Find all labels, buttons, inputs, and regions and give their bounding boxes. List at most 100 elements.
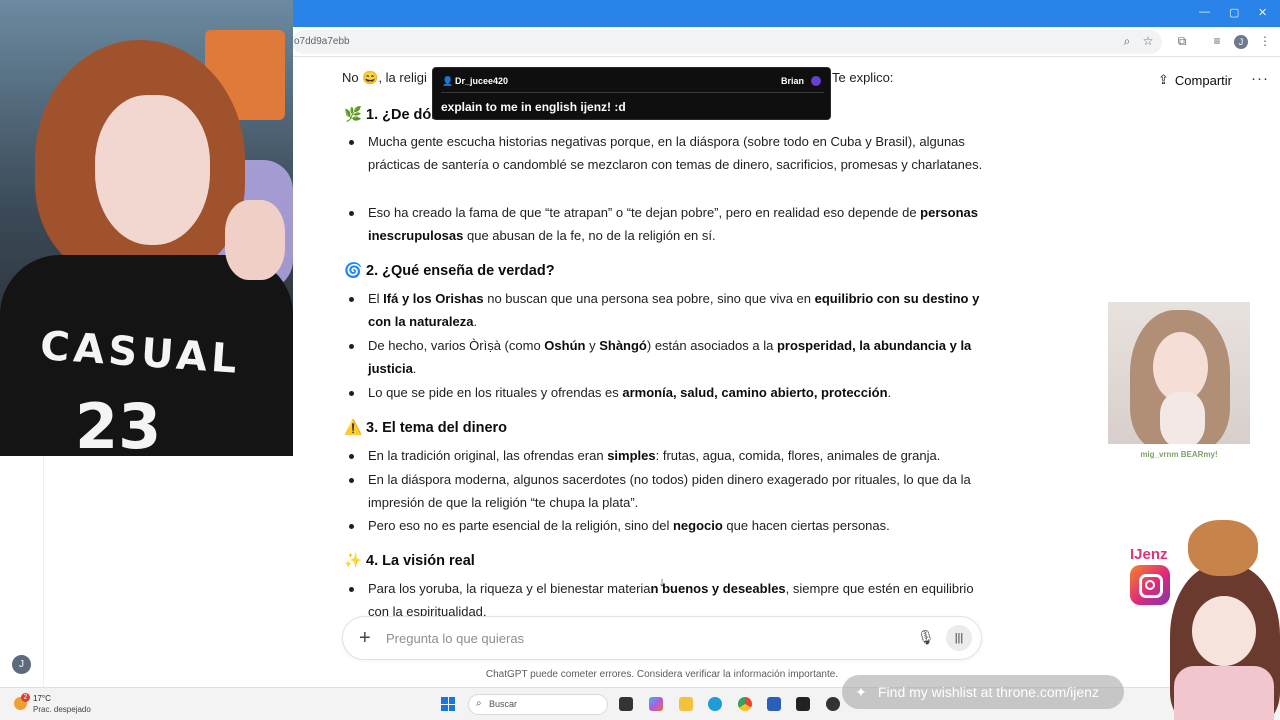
webcam-main: CASUAL 23 — [0, 0, 293, 456]
section-heading: 🌀 2. ¿Qué enseña de verdad? — [344, 262, 555, 279]
text-run: Para los yoruba, la riqueza y el bienest… — [368, 581, 651, 596]
wishlist-text: Find my wishlist at throne.com/ijenz — [878, 684, 1099, 700]
section-heading: ✨ 4. La visión real — [344, 552, 475, 569]
section-emoji-icon: ✨ — [344, 553, 363, 569]
bold-text: Ifá y los Orishas — [383, 291, 484, 306]
section-heading: ⚠️ 3. El tema del dinero — [344, 419, 507, 436]
more-options-button[interactable]: ··· — [1251, 70, 1269, 87]
bullet-item: Lo que se pide en los rituales y ofrenda… — [349, 381, 989, 404]
intro-mid: , la religi — [378, 70, 427, 85]
screen: — ▢ ✕ o7dd9a7ebb ⌕ ☆ ⧉ ≡ ⋮ J J ⇪ Compart… — [0, 0, 1280, 720]
shirt-number: 23 — [75, 390, 162, 456]
share-button[interactable]: ⇪ Compartir — [1158, 72, 1232, 88]
taskbar-search[interactable]: ⌕ Buscar — [468, 694, 608, 715]
bullet-item: En la diáspora moderna, algunos sacerdot… — [349, 468, 989, 515]
vtuber-mascot — [1168, 516, 1280, 720]
bold-text: armonía, salud, camino abierto, protecci… — [622, 385, 888, 400]
temperature: 17°C — [33, 694, 51, 703]
section-title: 3. El tema del dinero — [366, 420, 508, 436]
bold-text: negocio — [672, 518, 723, 533]
microphone-icon[interactable]: 🎙 — [917, 629, 935, 646]
minimize-icon[interactable]: — — [1199, 6, 1210, 18]
text-run: Lo que se pide en los rituales y ofrenda… — [368, 385, 623, 400]
close-icon[interactable]: ✕ — [1258, 6, 1267, 19]
text-run: Eso ha creado la fama de que “te atrapan… — [368, 205, 921, 220]
instagram-icon — [1130, 565, 1170, 605]
file-explorer-icon[interactable] — [679, 697, 693, 711]
text-run: Mucha gente escucha historias negativas … — [368, 134, 983, 173]
chrome-icon[interactable] — [738, 697, 752, 711]
search-icon: ⌕ — [476, 698, 482, 709]
maximize-icon[interactable]: ▢ — [1229, 6, 1239, 19]
bullet-item: De hecho, varios Òrìṣà (como Oshún y Shà… — [349, 334, 989, 381]
task-view-icon[interactable] — [619, 697, 633, 711]
address-bar[interactable]: o7dd9a7ebb — [292, 30, 1162, 54]
bookmark-star-icon[interactable]: ☆ — [1141, 34, 1155, 48]
windows-start-icon[interactable] — [441, 697, 455, 711]
intro-end: Te explico: — [832, 70, 894, 85]
text-run: En la diáspora moderna, algunos sacerdot… — [368, 472, 971, 511]
bold-text: simples — [607, 448, 656, 463]
prompt-composer: + Pregunta lo que quieras 🎙 ||| — [342, 616, 982, 660]
webcam-side — [1108, 302, 1250, 444]
chat-channel: Brian — [780, 76, 804, 86]
intro-start: No — [342, 70, 359, 85]
user-icon: 👤 — [442, 76, 454, 86]
section-emoji-icon: ⚠️ — [344, 420, 363, 436]
weather-description: Prac. despejado — [33, 705, 91, 714]
add-attachment-icon[interactable]: + — [359, 627, 371, 649]
bullet-item: Pero eso no es parte esencial de la reli… — [349, 514, 989, 537]
user-avatar[interactable]: J — [12, 655, 31, 674]
extensions-icon[interactable]: ⧉ — [1175, 34, 1189, 48]
text-run: El — [368, 291, 384, 306]
bullet-item: Mucha gente escucha historias negativas … — [349, 130, 989, 177]
prompt-input[interactable]: Pregunta lo que quieras — [386, 631, 524, 646]
text-run: y — [585, 338, 600, 353]
section-title: 2. ¿Qué enseña de verdad? — [366, 263, 555, 279]
text-run: Pero eso no es parte esencial de la reli… — [368, 518, 673, 533]
text-run: En la tradición original, las ofrendas e… — [368, 448, 608, 463]
zoom-icon[interactable]: ⌕ — [1120, 34, 1134, 48]
wishlist-banner: ✦ Find my wishlist at throne.com/ijenz — [842, 675, 1124, 709]
section-emoji-icon: 🌀 — [344, 263, 363, 279]
text-run: ) están asociados a la — [646, 338, 777, 353]
copilot-icon[interactable] — [649, 697, 663, 711]
text-run: que hacen ciertas personas. — [722, 518, 890, 533]
voice-mode-icon[interactable]: ||| — [946, 625, 972, 651]
scroll-down-icon[interactable]: ↓ — [653, 574, 671, 592]
text-run: . — [887, 385, 892, 400]
text-run: : frutas, agua, comida, flores, animales… — [655, 448, 941, 463]
text-run: que abusan de la fe, no de la religión e… — [463, 228, 716, 244]
store-icon[interactable] — [767, 697, 781, 711]
bullet-item: En la tradición original, las ofrendas e… — [349, 444, 989, 467]
browser-profile-avatar[interactable]: J — [1234, 35, 1248, 49]
section-title: 4. La visión real — [366, 553, 475, 569]
grin-emoji-icon: 😄 — [362, 70, 379, 85]
text-run: . — [412, 361, 417, 377]
stream-chat-popup: 👤 Dr_jucee420 Brian explain to me in eng… — [432, 67, 831, 120]
text-run: De hecho, varios Òrìṣà (como — [368, 338, 545, 353]
notification-badge: 2 — [21, 693, 30, 702]
section-title: 1. ¿De dón — [366, 107, 441, 123]
webcam-caption: mig_vrnm BEARmy! — [1140, 450, 1218, 459]
text-run: . — [473, 314, 478, 330]
share-icon: ⇪ — [1158, 72, 1169, 87]
section-heading: 🌿 1. ¿De dón — [344, 106, 440, 123]
bold-text: Shàngó — [599, 338, 647, 353]
url-text: o7dd9a7ebb — [294, 36, 350, 47]
gift-icon: ✦ — [855, 684, 867, 700]
share-label: Compartir — [1174, 72, 1232, 88]
section-emoji-icon: 🌿 — [344, 107, 363, 123]
edge-icon[interactable] — [708, 697, 722, 711]
brand-name: IJenz — [1130, 546, 1168, 563]
bullet-item: El Ifá y los Orishas no buscan que una p… — [349, 287, 989, 334]
browser-menu-icon[interactable]: ⋮ — [1258, 34, 1272, 48]
taskbar-search-label: Buscar — [489, 699, 518, 709]
channel-avatar — [811, 76, 821, 86]
app-icon[interactable] — [826, 697, 840, 711]
media-icon[interactable]: ≡ — [1210, 34, 1224, 48]
terminal-icon[interactable] — [796, 697, 810, 711]
chat-username: Dr_jucee420 — [455, 76, 509, 86]
bold-text: Oshún — [544, 338, 586, 353]
chat-message: explain to me in english ijenz! :d — [441, 100, 626, 114]
